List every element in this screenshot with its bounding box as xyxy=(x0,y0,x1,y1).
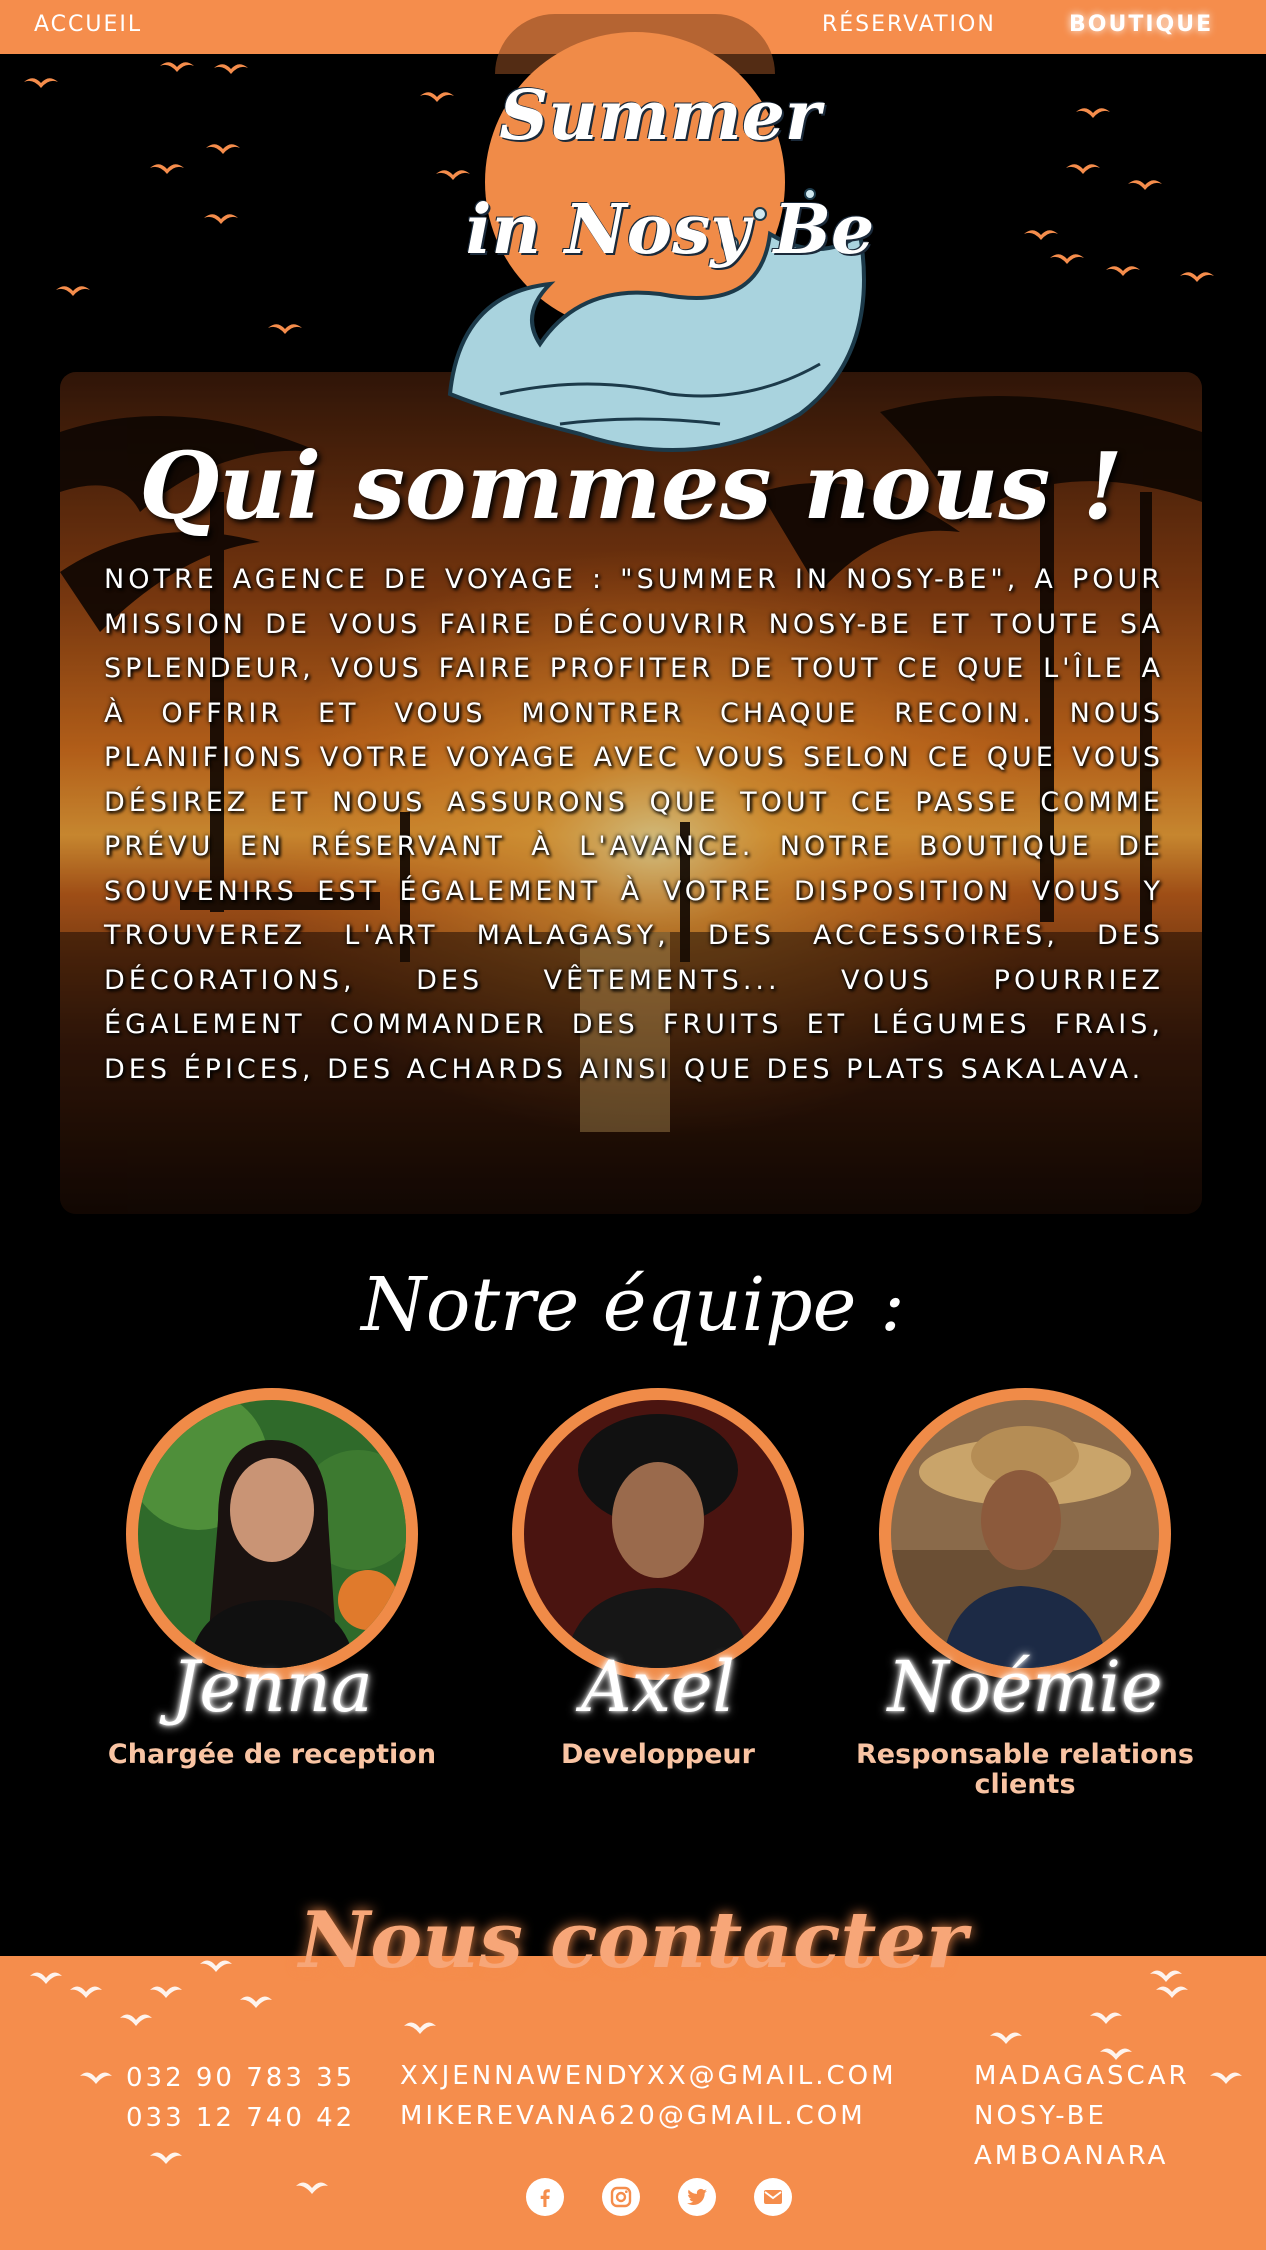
bird-icon xyxy=(24,78,58,88)
avatar-ring xyxy=(879,1388,1171,1680)
contact-title: Nous contacter xyxy=(298,1895,968,1986)
bird-icon xyxy=(206,144,240,154)
phone-list: 032 90 783 35 033 12 740 42 xyxy=(126,2058,355,2138)
member-role: Responsable relations clients xyxy=(856,1739,1194,1800)
member-role: Developpeur xyxy=(561,1739,755,1770)
avatar xyxy=(138,1400,406,1668)
team-title: Notre équipe : xyxy=(361,1262,905,1348)
email-address[interactable]: MIKEREVANA620@GMAIL.COM xyxy=(400,2096,897,2136)
logo-title-line2: in Nosy Be xyxy=(465,190,875,270)
bird-icon xyxy=(1128,180,1162,190)
social-links xyxy=(524,2178,794,2218)
address-line: AMBOANARA xyxy=(974,2141,1169,2171)
phone-number[interactable]: 033 12 740 42 xyxy=(126,2098,355,2138)
member-role: Chargée de reception xyxy=(107,1739,437,1770)
instagram-icon[interactable] xyxy=(602,2178,640,2216)
bird-icon xyxy=(1076,108,1110,118)
bird-icon xyxy=(160,62,194,72)
address-line: NOSY-BE xyxy=(974,2101,1107,2131)
team-member-card: Jenna Chargée de reception xyxy=(108,1388,436,1770)
bird-icon xyxy=(56,286,90,296)
bird-icon xyxy=(1106,266,1140,276)
bird-icon xyxy=(1050,254,1084,264)
about-description: Notre agence de voyage : "Summer in Nosy… xyxy=(104,564,1164,1085)
bird-icon xyxy=(150,164,184,174)
email-address[interactable]: XXJENNAWENDYXX@GMAIL.COM xyxy=(400,2056,897,2096)
twitter-icon[interactable] xyxy=(678,2178,716,2216)
logo-title-line1: Summer xyxy=(499,76,821,156)
nav-shop-link[interactable]: BOUTIQUE xyxy=(1069,12,1213,37)
facebook-icon[interactable] xyxy=(526,2178,564,2216)
email-list: XXJENNAWENDYXX@GMAIL.COM MIKEREVANA620@G… xyxy=(400,2056,897,2136)
bird-icon xyxy=(204,214,238,224)
address-line: MADAGASCAR xyxy=(974,2061,1190,2091)
team-member-card: Noémie Responsable relations clients xyxy=(856,1388,1194,1800)
about-section: Qui sommes nous ! Notre agence de voyage… xyxy=(60,372,1202,1214)
member-name: Axel xyxy=(581,1646,735,1728)
bird-icon xyxy=(214,64,248,74)
nav-home-link[interactable]: ACCUEIL xyxy=(34,12,142,37)
phone-number[interactable]: 032 90 783 35 xyxy=(126,2058,355,2098)
summer-in-nosy-be-logo: Summer in Nosy Be xyxy=(440,14,890,452)
avatar xyxy=(524,1400,792,1668)
bird-icon xyxy=(1180,272,1214,282)
avatar-ring xyxy=(512,1388,804,1680)
avatar xyxy=(891,1400,1159,1668)
bird-icon xyxy=(268,324,302,334)
bird-icon xyxy=(1024,230,1058,240)
avatar-ring xyxy=(126,1388,418,1680)
team-member-card: Axel Developpeur xyxy=(508,1388,808,1770)
address-block: MADAGASCAR NOSY-BE AMBOANARA xyxy=(974,2056,1190,2176)
mail-icon[interactable] xyxy=(754,2178,792,2216)
bird-icon xyxy=(1066,164,1100,174)
member-name: Noémie xyxy=(887,1646,1163,1728)
member-name: Jenna xyxy=(171,1646,373,1728)
